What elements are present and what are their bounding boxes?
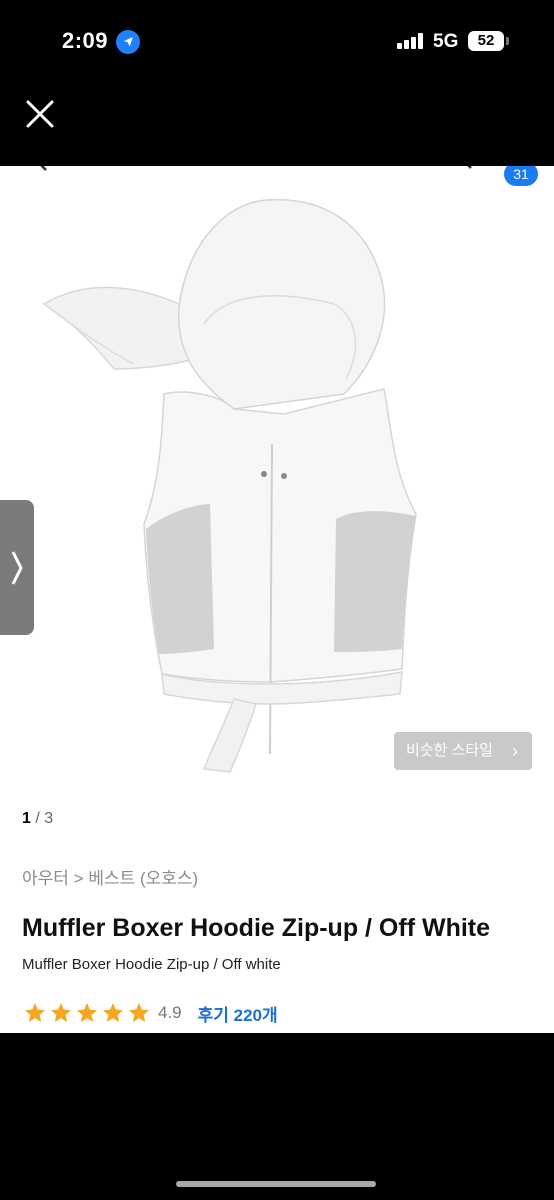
breadcrumb-item-vest[interactable]: 베스트 (오호스) [88, 869, 198, 888]
breadcrumb-item-outer[interactable]: 아우터 [22, 869, 69, 888]
cellular-signal-icon [397, 33, 427, 49]
product-title: Muffler Boxer Hoodie Zip-up / Off White [22, 914, 491, 942]
star-icon [129, 1003, 149, 1022]
rating-value: 4.9 [158, 1003, 182, 1022]
similar-style-label: 비슷한 스타일 [406, 742, 493, 759]
location-arrow-icon [116, 30, 140, 54]
rating-row: 4.9 후기 220개 [22, 1000, 278, 1026]
chevron-right-icon [11, 550, 23, 585]
breadcrumb-separator: > [73, 869, 84, 888]
status-time: 2:09 [62, 28, 109, 53]
search-icon[interactable] [444, 166, 474, 178]
product-page: 31 비슷한 스타일 › 1 / 3 아우터 > 베스트 (오호스) Muffl… [0, 166, 554, 1033]
network-label: 5G [433, 31, 459, 52]
product-subtitle: Muffler Boxer Hoodie Zip-up / Off white [22, 956, 281, 973]
home-indicator[interactable] [176, 1181, 376, 1187]
close-icon[interactable] [24, 98, 56, 130]
home-icon[interactable] [390, 166, 418, 176]
star-icon [77, 1003, 97, 1022]
cart-count-badge: 31 [504, 166, 538, 186]
star-icon [51, 1003, 71, 1022]
back-icon[interactable] [30, 166, 52, 176]
breadcrumb: 아우터 > 베스트 (오호스) [22, 864, 198, 889]
carousel-next-button[interactable] [0, 500, 34, 635]
pager-current: 1 [22, 810, 31, 827]
battery-icon: 52 [468, 31, 504, 51]
image-pager: 1 / 3 [22, 810, 53, 828]
product-image[interactable] [34, 194, 434, 774]
pager-total: 3 [44, 810, 54, 827]
rating-stars [22, 1001, 152, 1025]
reviews-link[interactable]: 후기 220개 [198, 1001, 278, 1026]
star-icon [103, 1003, 123, 1022]
battery-nub [506, 37, 509, 45]
chevron-right-icon: › [512, 741, 518, 761]
star-icon [25, 1003, 45, 1022]
pager-separator: / [30, 810, 45, 827]
similar-style-button[interactable]: 비슷한 스타일 › [394, 732, 532, 770]
